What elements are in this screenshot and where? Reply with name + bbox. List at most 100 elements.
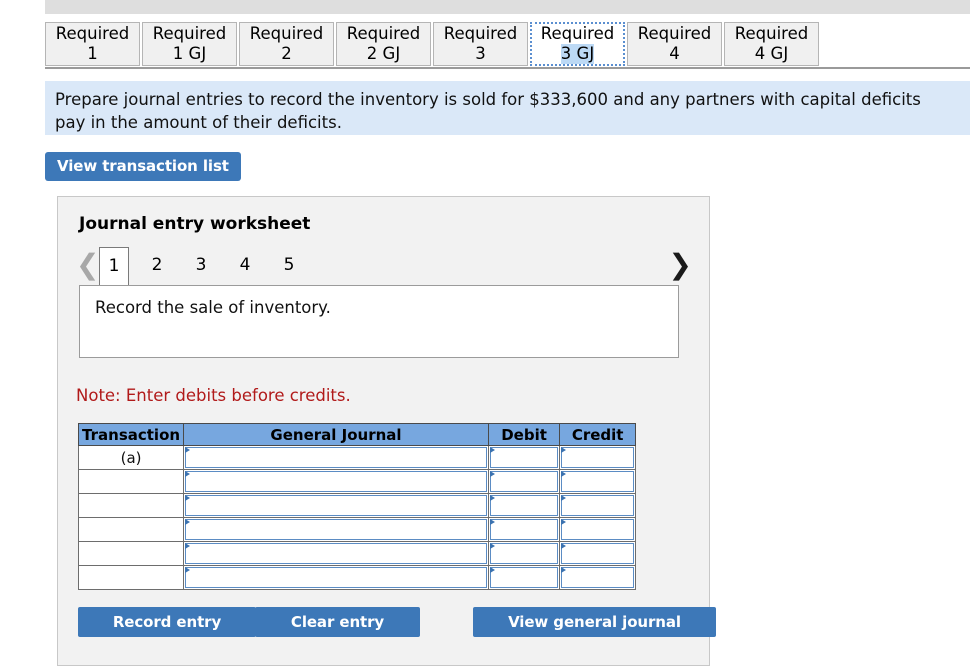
dropdown-marker-icon <box>489 567 495 573</box>
cell-credit-input[interactable] <box>559 565 636 590</box>
cell-credit-input[interactable] <box>559 469 636 494</box>
dropdown-marker-icon <box>489 519 495 525</box>
dropdown-marker-icon <box>561 471 567 477</box>
pager-page-5[interactable]: 5 <box>274 247 304 283</box>
cell-transaction <box>77 469 185 494</box>
tab-required-1[interactable]: Required 1 <box>45 22 140 66</box>
dropdown-marker-icon <box>185 471 191 477</box>
tab-required-2-gj[interactable]: Required 2 GJ <box>336 22 431 66</box>
chevron-left-icon[interactable]: ❮ <box>76 247 99 283</box>
tab-bar-underline <box>45 67 970 69</box>
journal-entry-worksheet-panel: Journal entry worksheet ❮ ❯ 12345 Record… <box>57 196 716 666</box>
cell-debit-input[interactable] <box>487 493 561 518</box>
input-field-general-journal[interactable] <box>185 543 487 564</box>
dropdown-marker-icon <box>185 543 191 549</box>
input-field-credit[interactable] <box>561 447 634 468</box>
input-field-debit[interactable] <box>489 543 559 564</box>
cell-debit-input[interactable] <box>487 469 561 494</box>
record-entry-button[interactable]: Record entry <box>78 607 256 637</box>
cell-credit-input[interactable] <box>559 493 636 518</box>
dropdown-marker-icon <box>185 567 191 573</box>
input-field-debit[interactable] <box>489 471 559 492</box>
tab-required-1-gj[interactable]: Required 1 GJ <box>142 22 237 66</box>
pager-page-3[interactable]: 3 <box>186 247 216 283</box>
dropdown-marker-icon <box>561 519 567 525</box>
tab-label-line1: Required <box>540 23 615 43</box>
table-row <box>77 493 636 518</box>
chevron-right-icon[interactable]: ❯ <box>669 247 692 283</box>
tab-required-4-gj[interactable]: Required 4 GJ <box>724 22 819 66</box>
input-field-general-journal[interactable] <box>185 447 487 468</box>
input-field-credit[interactable] <box>561 543 634 564</box>
input-field-debit[interactable] <box>489 519 559 540</box>
tab-label-line1: Required <box>734 23 809 43</box>
tab-required-3-gj[interactable]: Required 3 GJ <box>530 22 625 66</box>
input-field-debit[interactable] <box>489 495 559 516</box>
cell-debit-input[interactable] <box>487 565 561 590</box>
input-field-general-journal[interactable] <box>185 471 487 492</box>
entry-description-box: Record the sale of inventory. <box>79 285 679 358</box>
view-transaction-list-button[interactable]: View transaction list <box>45 152 241 181</box>
input-field-debit[interactable] <box>489 447 559 468</box>
cell-debit-input[interactable] <box>487 517 561 542</box>
cell-credit-input[interactable] <box>559 445 636 470</box>
cell-general-journal-input[interactable] <box>183 493 489 518</box>
instruction-panel: Prepare journal entries to record the in… <box>45 81 970 135</box>
dropdown-marker-icon <box>489 471 495 477</box>
tab-required-3[interactable]: Required 3 <box>433 22 528 66</box>
tab-required-4[interactable]: Required 4 <box>627 22 722 66</box>
table-row: (a) <box>77 445 636 470</box>
entry-description-text: Record the sale of inventory. <box>95 298 331 317</box>
pager-page-4[interactable]: 4 <box>230 247 260 283</box>
cell-credit-input[interactable] <box>559 541 636 566</box>
cell-credit-input[interactable] <box>559 517 636 542</box>
pager-page-2[interactable]: 2 <box>142 247 172 283</box>
dropdown-marker-icon <box>489 543 495 549</box>
cell-general-journal-input[interactable] <box>183 445 489 470</box>
input-field-credit[interactable] <box>561 567 634 588</box>
cell-general-journal-input[interactable] <box>183 469 489 494</box>
tab-label-line2: 1 <box>87 44 98 63</box>
cell-debit-input[interactable] <box>487 445 561 470</box>
tab-label-line1: Required <box>443 23 518 43</box>
cell-general-journal-input[interactable] <box>183 565 489 590</box>
journal-entry-table: Transaction General Journal Debit Credit… <box>77 423 636 590</box>
tab-label-line1: Required <box>637 23 712 43</box>
table-row <box>77 565 636 590</box>
column-header-debit: Debit <box>487 423 561 446</box>
top-gray-strip <box>45 0 970 14</box>
tab-required-2[interactable]: Required 2 <box>239 22 334 66</box>
input-field-credit[interactable] <box>561 495 634 516</box>
cell-general-journal-input[interactable] <box>183 517 489 542</box>
input-field-debit[interactable] <box>489 567 559 588</box>
cell-general-journal-input[interactable] <box>183 541 489 566</box>
table-header-row: Transaction General Journal Debit Credit <box>77 423 636 446</box>
cell-transaction <box>77 493 185 518</box>
input-field-general-journal[interactable] <box>185 495 487 516</box>
column-header-general-journal: General Journal <box>183 423 489 446</box>
dropdown-marker-icon <box>561 447 567 453</box>
cell-transaction <box>77 541 185 566</box>
input-field-credit[interactable] <box>561 519 634 540</box>
table-row <box>77 541 636 566</box>
input-field-general-journal[interactable] <box>185 519 487 540</box>
tab-label-line2: 2 GJ <box>366 44 401 63</box>
instruction-text: Prepare journal entries to record the in… <box>55 90 921 132</box>
input-field-credit[interactable] <box>561 471 634 492</box>
input-field-general-journal[interactable] <box>185 567 487 588</box>
tab-label-line2: 4 GJ <box>754 44 789 63</box>
worksheet-pager: ❮ ❯ 12345 <box>74 247 694 285</box>
view-general-journal-button[interactable]: View general journal <box>473 607 716 637</box>
dropdown-marker-icon <box>561 567 567 573</box>
tab-label-line2: 3 <box>475 44 486 63</box>
cell-transaction <box>77 517 185 542</box>
pager-page-1[interactable]: 1 <box>99 247 129 285</box>
dropdown-marker-icon <box>561 543 567 549</box>
clear-entry-button[interactable]: Clear entry <box>255 607 420 637</box>
requirement-tab-bar: Required 1 Required 1 GJ Required 2 Required 2 … <box>45 22 970 68</box>
column-header-credit: Credit <box>559 423 636 446</box>
dropdown-marker-icon <box>489 447 495 453</box>
cell-debit-input[interactable] <box>487 541 561 566</box>
worksheet-title: Journal entry worksheet <box>79 214 311 234</box>
tab-label-line2: 4 <box>669 44 680 63</box>
